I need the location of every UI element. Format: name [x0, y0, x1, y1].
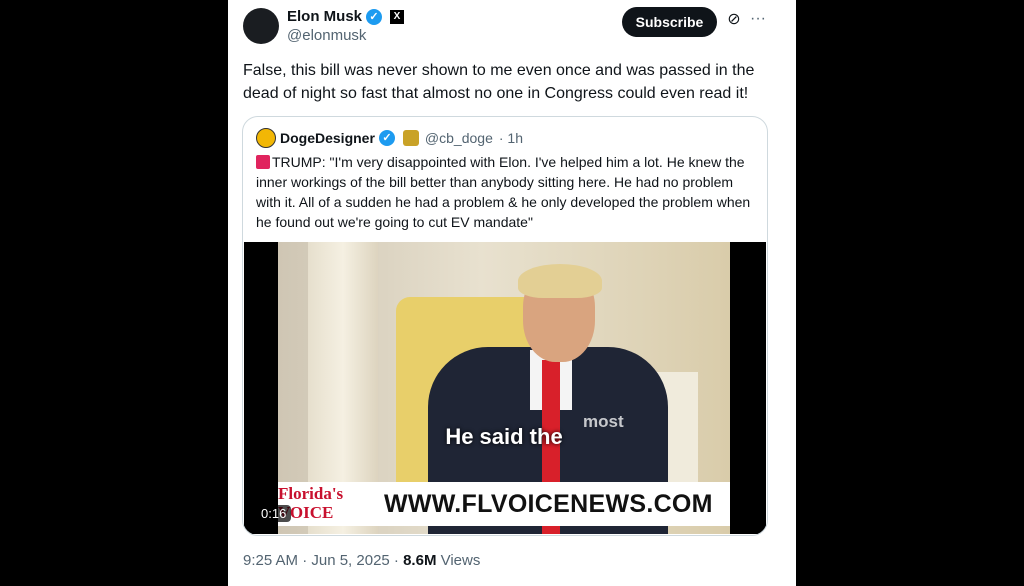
tweet-text: False, this bill was never shown to me e…	[243, 62, 755, 102]
video-banner: Florida's VOICE WWW.FLVOICENEWS.COM	[278, 482, 730, 526]
author-name[interactable]: Elon Musk	[287, 8, 362, 25]
quoted-avatar	[256, 128, 276, 148]
affiliate-badge-icon	[402, 130, 419, 146]
more-horizontal-icon[interactable]: ···	[747, 10, 769, 30]
affiliate-badge-icon: X	[390, 9, 405, 24]
author-handle[interactable]: @elonmusk	[287, 27, 366, 44]
banner-logo: Florida's VOICE	[278, 484, 344, 522]
author-row: Elon Musk ✓ X	[287, 8, 405, 25]
quoted-text-block: TRUMP: "I'm very disappointed with Elon.…	[256, 152, 756, 232]
video-frame: most He said the Florida's VOICE WWW.FLV…	[278, 242, 730, 534]
grok-icon[interactable]: ⊘	[725, 11, 743, 29]
video-caption: He said the	[445, 424, 563, 449]
verified-badge-icon: ✓	[366, 8, 383, 25]
avatar[interactable]	[243, 8, 279, 44]
video-duration: 0:16	[256, 505, 292, 522]
views-count: 8.6M	[403, 552, 437, 569]
video-player[interactable]: most He said the Florida's VOICE WWW.FLV…	[244, 242, 766, 534]
siren-icon	[256, 155, 270, 169]
timestamp[interactable]: 9:25 AM · Jun 5, 2025 ·	[243, 552, 403, 569]
quoted-text: TRUMP: "I'm very disappointed with Elon.…	[256, 154, 751, 230]
tweet-meta: 9:25 AM · Jun 5, 2025 · 8.6M Views	[243, 552, 480, 569]
views-label: Views	[436, 552, 481, 569]
tweet-card: Elon Musk ✓ X @elonmusk Subscribe ⊘ ··· …	[228, 0, 796, 586]
subscribe-button[interactable]: Subscribe	[622, 7, 717, 37]
verified-badge-icon: ✓	[378, 130, 395, 146]
quoted-time: · 1h	[498, 130, 523, 146]
quoted-tweet[interactable]: DogeDesigner ✓ @cb_doge · 1h TRUMP: "I'm…	[242, 116, 768, 536]
quoted-tweet-header: DogeDesigner ✓ @cb_doge · 1h	[256, 128, 523, 148]
quoted-handle: @cb_doge	[424, 130, 493, 146]
hair-decor	[518, 264, 602, 298]
quoted-author-name: DogeDesigner	[280, 130, 375, 146]
banner-url: WWW.FLVOICENEWS.COM	[384, 490, 713, 518]
